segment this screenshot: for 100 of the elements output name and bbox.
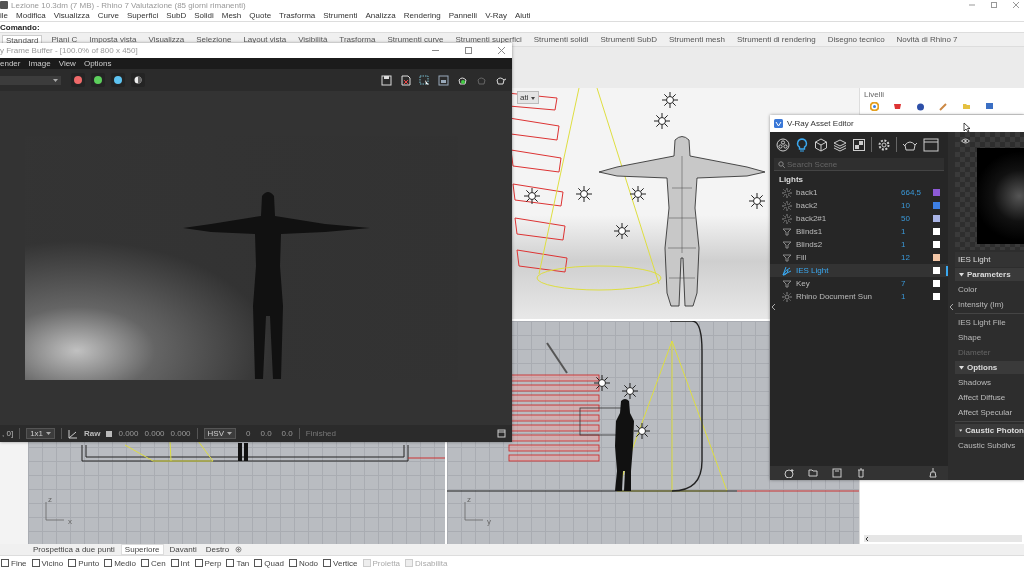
viewport-tab[interactable]: Davanti [166,545,200,554]
snap-checkbox[interactable]: Fine [1,558,27,568]
menu-item[interactable]: Image [28,59,51,68]
snap-checkbox[interactable]: Vertice [323,558,358,568]
region-select-icon[interactable] [419,74,430,86]
curve-tool-icon[interactable] [68,428,79,439]
snap-checkbox[interactable]: Medio [104,558,136,568]
color-swatch[interactable] [933,280,940,287]
zoom-dropdown[interactable]: 1x1 [26,428,56,439]
snap-checkbox[interactable]: Tan [226,558,250,568]
toolbar-tab[interactable]: Strumenti superfici [452,35,525,45]
snap-checkbox[interactable]: Quad [254,558,284,568]
color-swatch[interactable] [933,254,940,261]
menu-item[interactable]: Visualizza [53,11,90,20]
save-icon[interactable] [381,74,392,86]
viewport-tab[interactable]: Destro [202,545,233,554]
save-icon[interactable] [832,468,842,478]
menu-item[interactable]: Solidi [194,11,214,20]
menu-item[interactable]: Modifica [16,11,46,20]
menu-item[interactable]: Superfici [127,11,159,20]
snap-checkbox[interactable]: Nodo [288,558,319,568]
maximize-icon[interactable] [990,1,998,9]
toolbar-tab[interactable]: Strumenti curve [384,35,447,45]
color-swatch[interactable] [933,293,940,300]
menu-item[interactable]: ender [0,59,21,68]
snap-checkbox[interactable]: Cen [140,558,166,568]
menu-item[interactable]: Curve [97,11,120,20]
folder-icon[interactable] [808,468,818,478]
chevron-left-icon[interactable] [864,535,870,542]
pencil-icon[interactable] [939,102,948,111]
clear-image-icon[interactable] [400,74,411,86]
section-header[interactable]: Caustic Photon [955,424,1024,437]
light-list-item[interactable]: IES Light [770,264,948,277]
menu-item[interactable]: Rendering [403,11,441,20]
add-tab-icon[interactable] [235,546,243,553]
toolbar-tab[interactable]: Strumenti solidi [530,35,592,45]
toolbar-tab[interactable]: Disegno tecnico [824,35,888,45]
trash-icon[interactable] [856,468,866,478]
add-light-icon[interactable] [784,468,794,478]
snap-checkbox[interactable]: Int [170,558,190,568]
color-mode-dropdown[interactable]: HSV [203,428,237,439]
raw-checkbox[interactable] [106,430,113,437]
toolbar-tab[interactable]: Visibilità [295,35,331,45]
snap-checkbox[interactable]: Vicino [31,558,64,568]
toolbar-tab[interactable]: Piani C [48,35,81,45]
menu-item[interactable]: Trasforma [279,11,316,20]
material-icon[interactable] [776,137,790,152]
menu-item[interactable]: Mesh [221,11,242,20]
menu-item[interactable]: SubD [166,11,187,20]
sphere-icon[interactable] [916,102,925,111]
chevron-left-icon[interactable] [771,303,776,311]
color-swatch[interactable] [933,241,940,248]
toolbar-tab[interactable]: Strumenti mesh [665,35,728,45]
section-header[interactable]: Options [955,361,1024,374]
toolbar-tab[interactable]: Layout vista [240,35,290,45]
color-swatch[interactable] [933,215,940,222]
section-header[interactable]: Parameters [955,268,1024,281]
broom-icon[interactable] [928,468,938,478]
toolbar-tab[interactable]: Strumenti SubD [597,35,660,45]
monitor-icon[interactable] [985,102,994,111]
menu-item[interactable]: V-Ray [485,11,507,20]
color-wheel-icon[interactable] [870,102,879,111]
eye-icon[interactable] [961,138,970,144]
cube-icon[interactable] [814,137,828,152]
toolbar-tab[interactable]: Trasforma [336,35,379,45]
chevron-left-icon[interactable] [949,303,954,311]
checker-square-icon[interactable] [852,137,866,152]
color-swatch[interactable] [933,189,940,196]
menu-item[interactable]: ile [0,11,8,20]
color-swatch[interactable] [933,202,940,209]
teapot-render-icon[interactable] [457,74,468,86]
viewport-title[interactable]: ati [517,91,540,104]
menu-item[interactable]: Aiuti [514,11,531,20]
color-swatch[interactable] [933,267,940,274]
menu-item[interactable]: View [58,59,76,68]
display-icon[interactable] [438,74,449,86]
menu-item[interactable]: Quote [249,11,272,20]
menu-item[interactable]: Analizza [365,11,396,20]
viewport-tab[interactable]: Prospettica a due punti [30,545,118,554]
menu-item[interactable]: Strumenti [323,11,358,20]
toolbar-tab[interactable]: Imposta vista [86,35,140,45]
menu-item[interactable]: Options [83,59,112,68]
horizontal-scrollbar[interactable] [864,535,1022,542]
maximize-icon[interactable] [464,46,473,55]
teapot-icon[interactable] [495,74,506,86]
snap-checkbox[interactable]: Perp [194,558,222,568]
close-icon[interactable] [497,46,506,55]
toolbar-tab[interactable]: Strumenti di rendering [733,35,819,45]
toolbar-tab[interactable]: Visualizza [145,35,188,45]
snap-checkbox[interactable]: Punto [68,558,100,568]
menu-item[interactable]: Pannelli [448,11,478,20]
close-icon[interactable] [1012,1,1020,9]
panel-icon[interactable] [497,429,506,438]
channel-button[interactable] [131,73,145,87]
color-swatch[interactable] [933,228,940,235]
toolbar-tab[interactable]: Selezione [193,35,235,45]
settings-icon[interactable] [877,137,891,152]
lightbulb-icon[interactable] [795,137,809,152]
window-icon[interactable] [923,137,939,152]
toolbar-tab[interactable]: Novità di Rhino 7 [893,35,961,45]
